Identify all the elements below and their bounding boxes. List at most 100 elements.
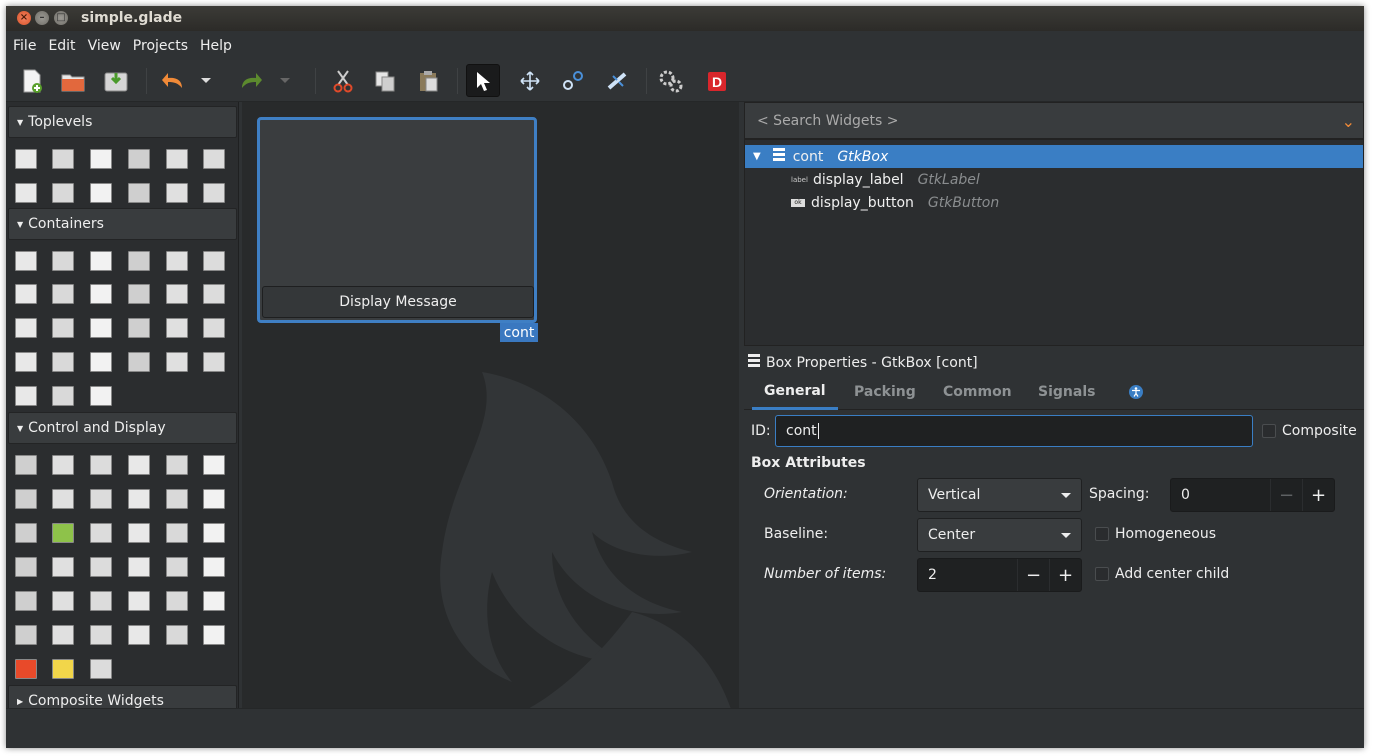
palette-widget-icon[interactable] [166,557,188,577]
palette-widget-icon[interactable] [15,659,37,679]
menu-help[interactable]: Help [195,38,237,54]
palette-widget-icon[interactable] [166,318,188,338]
items-decrement-button[interactable]: − [1017,559,1049,591]
palette-widget-icon[interactable] [203,352,225,372]
palette-widget-icon[interactable] [166,149,188,169]
palette-widget-icon[interactable] [15,591,37,611]
palette-widget-icon[interactable] [90,149,112,169]
palette-widget-icon[interactable] [128,625,150,645]
palette-widget-icon[interactable] [203,149,225,169]
palette-widget-icon[interactable] [52,659,74,679]
palette-widget-icon[interactable] [52,455,74,475]
palette-widget-icon[interactable] [203,523,225,543]
palette-widget-icon[interactable] [90,352,112,372]
add-center-child-checkbox[interactable]: Add center child [1095,566,1229,582]
palette-widget-icon[interactable] [166,352,188,372]
palette-widget-icon[interactable] [52,591,74,611]
menu-view[interactable]: View [83,38,126,54]
palette-widget-icon[interactable] [52,625,74,645]
palette-widget-icon[interactable] [52,183,74,203]
palette-widget-icon[interactable] [90,318,112,338]
palette-widget-icon[interactable] [90,386,112,406]
pointer-select-icon[interactable] [466,64,500,97]
palette-widget-icon[interactable] [15,386,37,406]
display-message-button[interactable]: Display Message [262,286,534,318]
palette-widget-icon[interactable] [203,318,225,338]
paste-icon[interactable] [411,64,445,97]
spacing-increment-button[interactable]: + [1302,479,1334,511]
homogeneous-checkbox[interactable]: Homogeneous [1095,526,1216,542]
palette-widget-icon[interactable] [52,352,74,372]
inspector-d-icon[interactable]: D [700,64,734,97]
palette-widget-icon[interactable] [52,318,74,338]
palette-widget-icon[interactable] [128,318,150,338]
redo-icon[interactable] [234,64,268,97]
palette-widget-icon[interactable] [90,455,112,475]
palette-widget-icon[interactable] [90,284,112,304]
palette-widget-icon[interactable] [128,183,150,203]
palette-widget-icon[interactable] [166,489,188,509]
tab-general[interactable]: General [752,374,838,410]
undo-dropdown-icon[interactable] [196,64,216,97]
palette-widget-icon[interactable] [90,659,112,679]
palette-widget-icon[interactable] [15,557,37,577]
drag-resize-icon[interactable] [513,64,547,97]
palette-widget-icon[interactable] [203,557,225,577]
palette-widget-icon[interactable] [166,455,188,475]
palette-widget-icon[interactable] [128,149,150,169]
redo-dropdown-icon[interactable] [275,64,295,97]
palette-widget-icon[interactable] [15,489,37,509]
palette-widget-icon[interactable] [128,523,150,543]
menu-edit[interactable]: Edit [43,38,80,54]
palette-widget-icon[interactable] [15,455,37,475]
palette-widget-icon[interactable] [128,455,150,475]
palette-widget-icon[interactable] [166,625,188,645]
items-increment-button[interactable]: + [1049,559,1081,591]
palette-widget-icon[interactable] [128,489,150,509]
palette-widget-icon[interactable] [15,318,37,338]
palette-widget-icon[interactable] [166,251,188,271]
tab-signals[interactable]: Signals [1038,374,1095,410]
palette-widget-icon[interactable] [52,523,74,543]
maximize-window-button[interactable]: □ [54,11,68,25]
palette-widget-icon[interactable] [15,251,37,271]
tab-packing[interactable]: Packing [854,374,916,410]
palette-widget-icon[interactable] [52,149,74,169]
palette-widget-icon[interactable] [128,557,150,577]
palette-widget-icon[interactable] [90,625,112,645]
palette-widget-icon[interactable] [52,489,74,509]
palette-widget-icon[interactable] [128,591,150,611]
palette-widget-icon[interactable] [128,352,150,372]
palette-section-control-display[interactable]: ▼ Control and Display [8,412,237,444]
palette-widget-icon[interactable] [90,183,112,203]
cut-icon[interactable] [326,64,360,97]
palette-widget-icon[interactable] [52,284,74,304]
spacing-decrement-button[interactable]: − [1270,479,1302,511]
palette-widget-icon[interactable] [90,251,112,271]
preferences-gears-icon[interactable] [654,64,688,97]
save-icon[interactable] [99,64,133,97]
palette-widget-icon[interactable] [52,386,74,406]
palette-widget-icon[interactable] [90,591,112,611]
close-window-button[interactable]: × [17,11,31,25]
palette-widget-icon[interactable] [15,149,37,169]
palette-widget-icon[interactable] [15,284,37,304]
palette-widget-icon[interactable] [128,284,150,304]
palette-widget-icon[interactable] [15,625,37,645]
chevron-down-icon[interactable]: ⌄ [1342,112,1355,131]
orientation-dropdown[interactable]: Vertical [917,478,1082,512]
tree-row-cont[interactable]: ▼ cont GtkBox [745,145,1363,168]
spacing-spinbutton[interactable]: 0 − + [1170,478,1335,512]
palette-widget-icon[interactable] [203,489,225,509]
palette-widget-icon[interactable] [90,523,112,543]
id-field[interactable]: cont [775,415,1253,447]
margin-edit-icon[interactable] [556,64,590,97]
number-of-items-spinbutton[interactable]: 2 − + [917,558,1082,592]
tree-row-display-label[interactable]: label display_label GtkLabel [745,168,1363,191]
new-file-icon[interactable] [15,64,49,97]
align-edit-icon[interactable] [600,64,634,97]
palette-widget-icon[interactable] [15,352,37,372]
palette-widget-icon[interactable] [166,523,188,543]
palette-widget-icon[interactable] [166,183,188,203]
tree-row-display-button[interactable]: ok display_button GtkButton [745,191,1363,214]
